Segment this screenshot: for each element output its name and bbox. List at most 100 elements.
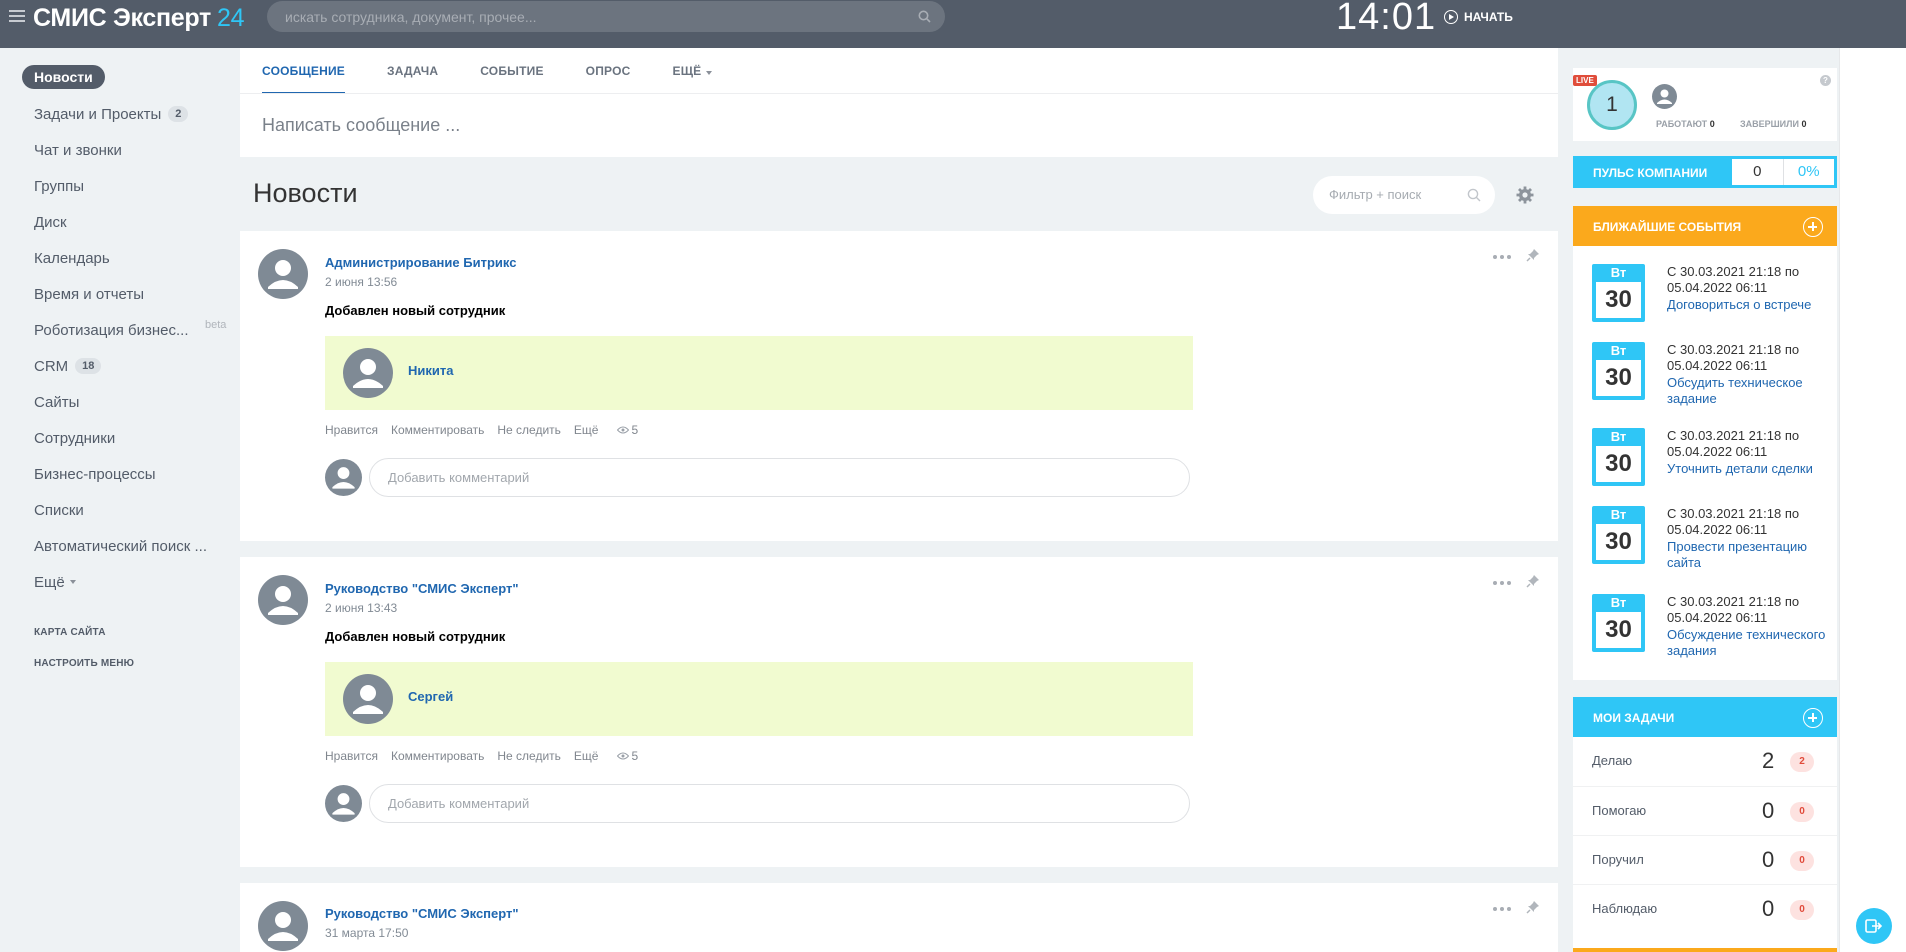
sidebar-item-chat[interactable]: Чат и звонки — [34, 138, 122, 162]
event-title-link[interactable]: Уточнить детали сделки — [1667, 461, 1837, 477]
avatar[interactable] — [1652, 84, 1677, 109]
tab-event[interactable]: СОБЫТИЕ — [480, 48, 543, 93]
sidebar-item-news[interactable]: Новости — [22, 65, 105, 89]
user-icon — [353, 359, 383, 388]
add-event-icon[interactable] — [1803, 217, 1823, 237]
sidebar-item-label: CRM — [34, 357, 69, 375]
post-author-link[interactable]: Администрирование Битрикс — [325, 255, 516, 270]
task-badge: 0 — [1790, 851, 1814, 871]
tab-message[interactable]: СООБЩЕНИЕ — [262, 48, 345, 94]
tab-poll[interactable]: ОПРОС — [586, 48, 631, 93]
tab-task[interactable]: ЗАДАЧА — [387, 48, 438, 93]
sidebar-item-label: Бизнес-процессы — [34, 465, 156, 483]
event-weekday: Вт — [1610, 595, 1627, 610]
open-messenger-button[interactable] — [1856, 908, 1892, 944]
avatar — [325, 785, 362, 822]
avatar[interactable] — [343, 348, 393, 398]
post-author-link[interactable]: Руководство "СМИС Эксперт" — [325, 906, 519, 921]
tab-more[interactable]: ЕЩЁ — [672, 48, 713, 93]
sitemap-link[interactable]: КАРТА САЙТА — [34, 627, 106, 638]
sidebar-item-time-reports[interactable]: Время и отчеты — [34, 282, 144, 306]
start-workday-button[interactable]: НАЧАТЬ — [1444, 8, 1513, 26]
live-counter[interactable]: 1 — [1587, 80, 1637, 130]
global-search-input[interactable] — [267, 1, 907, 32]
sidebar-item-auto-search[interactable]: Автоматический поиск ... — [34, 534, 207, 558]
upcoming-events-title[interactable]: БЛИЖАЙШИЕ СОБЫТИЯ — [1593, 220, 1741, 234]
avatar[interactable] — [258, 901, 308, 951]
sidebar-item-tasks[interactable]: Задачи и Проекты 2 — [34, 102, 189, 126]
expand-corner-icon[interactable] — [1896, 38, 1906, 48]
help-icon[interactable]: ? — [1820, 75, 1831, 86]
post-date[interactable]: 2 июня 13:43 — [325, 601, 397, 615]
post-composer: СООБЩЕНИЕ ЗАДАЧА СОБЫТИЕ ОПРОС ЕЩЁ Напис… — [240, 48, 1558, 157]
like-link[interactable]: Нравится — [325, 749, 378, 763]
like-link[interactable]: Нравится — [325, 423, 378, 437]
event-title-link[interactable]: Договориться о встрече — [1667, 297, 1837, 313]
post-author-link[interactable]: Руководство "СМИС Эксперт" — [325, 581, 519, 596]
sidebar-item-more[interactable]: Ещё — [34, 570, 76, 594]
pin-icon[interactable] — [1526, 248, 1540, 262]
eye-icon — [617, 752, 630, 760]
company-pulse[interactable]: ПУЛЬС КОМПАНИИ 0 0% — [1573, 156, 1837, 188]
sidebar-item-calendar[interactable]: Календарь — [34, 246, 110, 270]
sidebar-item-label: Сотрудники — [34, 429, 116, 447]
sidebar-item-crm[interactable]: CRM 18 — [34, 354, 102, 378]
post-date[interactable]: 31 марта 17:50 — [325, 926, 408, 940]
task-badge: 0 — [1790, 802, 1814, 822]
eye-icon — [617, 426, 630, 434]
post-menu-icon[interactable] — [1493, 581, 1511, 587]
my-tasks-title[interactable]: МОИ ЗАДАЧИ — [1593, 711, 1674, 725]
app-logo[interactable]: СМИС Эксперт 24 — [33, 4, 245, 33]
task-row-doing[interactable]: Делаю 2 2 — [1573, 737, 1837, 786]
event-weekday: Вт — [1610, 265, 1627, 280]
comment-link[interactable]: Комментировать — [391, 749, 484, 763]
logo-text: СМИС Эксперт — [33, 4, 211, 32]
search-icon[interactable] — [918, 10, 931, 23]
event-weekday: Вт — [1610, 507, 1627, 522]
comment-input[interactable]: Добавить комментарий — [369, 458, 1190, 497]
avatar[interactable] — [258, 249, 308, 299]
event-title-link[interactable]: Провести презентацию сайта — [1667, 539, 1837, 571]
more-link[interactable]: Ещё — [574, 749, 599, 763]
employee-name-link[interactable]: Сергей — [408, 689, 453, 704]
avatar — [325, 459, 362, 496]
sidebar-item-lists[interactable]: Списки — [34, 498, 84, 522]
event-time: С 30.03.2021 21:18 по 05.04.2022 06:11 — [1667, 264, 1800, 295]
pin-icon[interactable] — [1526, 900, 1540, 914]
event-title-link[interactable]: Обсуждение технического задания — [1667, 627, 1837, 659]
task-row-assigned[interactable]: Поручил 0 0 — [1573, 835, 1837, 884]
task-label: Поручил — [1592, 852, 1644, 867]
unfollow-link[interactable]: Не следить — [497, 749, 561, 763]
post-date[interactable]: 2 июня 13:56 — [325, 275, 397, 289]
header-clock[interactable]: 14:01 — [1336, 0, 1436, 39]
employee-name-link[interactable]: Никита — [408, 363, 453, 378]
sidebar-item-employees[interactable]: Сотрудники — [34, 426, 115, 450]
post-menu-icon[interactable] — [1493, 255, 1511, 261]
comment-input[interactable]: Добавить комментарий — [369, 784, 1190, 823]
sidebar-item-robotization[interactable]: Роботизация бизнес... — [34, 318, 189, 342]
avatar[interactable] — [343, 674, 393, 724]
configure-menu-link[interactable]: НАСТРОИТЬ МЕНЮ — [34, 658, 134, 669]
comment-link[interactable]: Комментировать — [391, 423, 484, 437]
composer-tabs: СООБЩЕНИЕ ЗАДАЧА СОБЫТИЕ ОПРОС ЕЩЁ — [262, 48, 754, 94]
feed-filter-search[interactable]: Фильтр + поиск — [1313, 176, 1495, 214]
message-input[interactable]: Написать сообщение ... — [262, 115, 460, 136]
post-menu-icon[interactable] — [1493, 907, 1511, 913]
sidebar-item-groups[interactable]: Группы — [34, 174, 84, 198]
sidebar-item-disk[interactable]: Диск — [34, 210, 67, 234]
avatar[interactable] — [258, 575, 308, 625]
calendar-icon: Вт 30 — [1592, 506, 1645, 564]
post-actions: Нравится Комментировать Не следить Ещё 5 — [325, 749, 651, 763]
more-link[interactable]: Ещё — [574, 423, 599, 437]
top-header: СМИС Эксперт24 14:01 НАЧАТЬ — [0, 0, 1906, 48]
sidebar-item-sites[interactable]: Сайты — [34, 390, 79, 414]
event-title-link[interactable]: Обсудить техническое задание — [1667, 375, 1837, 407]
task-row-watching[interactable]: Наблюдаю 0 0 — [1573, 884, 1837, 933]
sidebar-item-bizproc[interactable]: Бизнес-процессы — [34, 462, 156, 486]
add-task-icon[interactable] — [1803, 708, 1823, 728]
menu-burger-icon[interactable] — [9, 10, 25, 24]
task-row-helping[interactable]: Помогаю 0 0 — [1573, 786, 1837, 835]
gear-icon[interactable] — [1515, 185, 1535, 205]
unfollow-link[interactable]: Не следить — [497, 423, 561, 437]
pin-icon[interactable] — [1526, 574, 1540, 588]
